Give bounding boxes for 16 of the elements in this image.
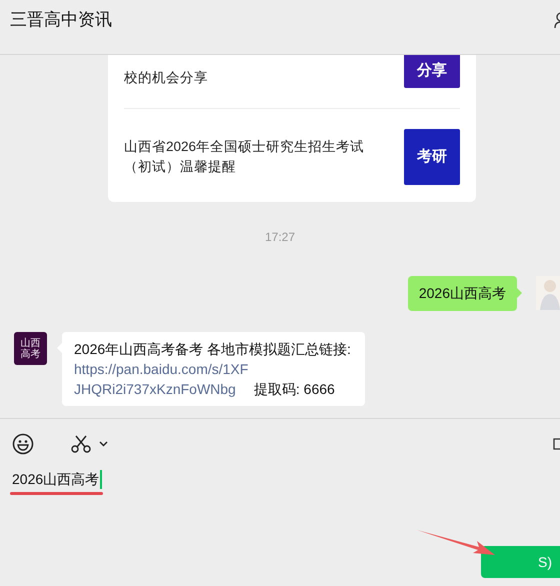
article-thumbnail: 分享 [404,55,460,88]
caret-icon[interactable] [99,441,108,447]
avatar: 山西高考 [14,332,47,365]
share-link[interactable]: https://pan.baidu.com/s/1XFJHQRi2i737xKznFoWNbg [74,359,250,399]
time-label: 17:27 [264,229,296,246]
person-icon[interactable] [554,12,560,28]
article-title[interactable]: 山西省2026年全国硕士研究生招生考试（初试）温馨提醒 [124,137,374,177]
article-title[interactable]: 校的机会分享 [124,68,374,88]
scissors-icon[interactable] [71,434,91,454]
message-text: 2026年山西高考备考 各地市模拟题汇总链接: [74,341,351,357]
message-input[interactable]: 2026山西高考 [12,469,102,489]
article-thumbnail: 考研 [404,129,460,185]
emoji-icon[interactable] [12,433,34,455]
extraction-code: 提取码: 6666 [252,381,335,397]
chat-title: 三晋高中资讯 [10,9,112,32]
message-bubble: 2026山西高考 [408,276,517,311]
